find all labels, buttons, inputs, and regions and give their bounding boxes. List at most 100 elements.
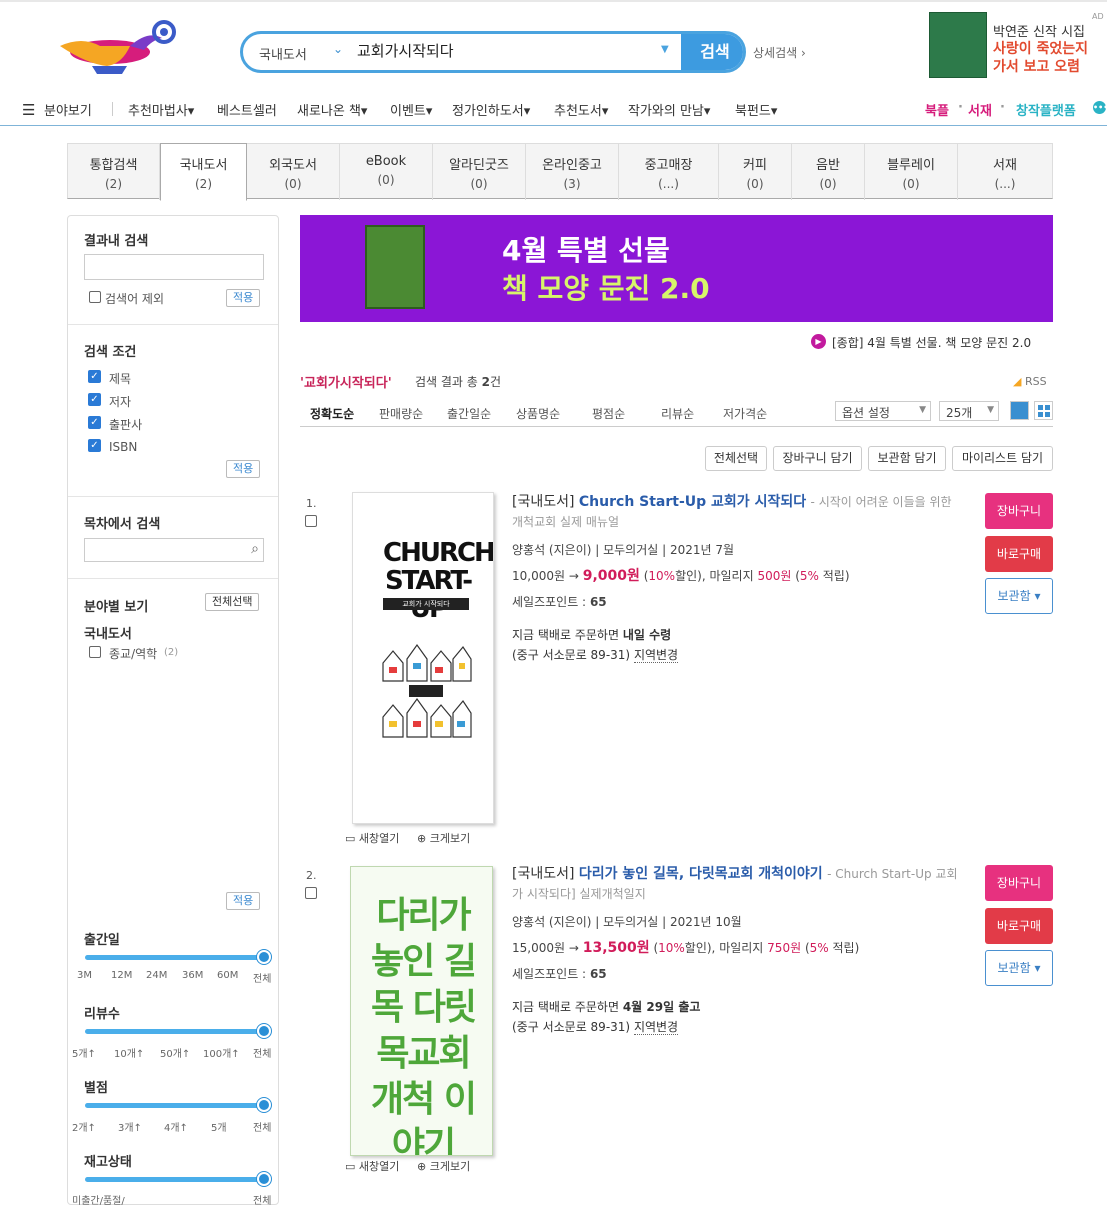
tab-foreign-books[interactable]: 외국도서 (0)	[247, 144, 340, 200]
tab-all[interactable]: 통합검색 (2)	[68, 144, 160, 200]
promo-banner[interactable]: 4월 특별 선물 책 모양 문진 2.0	[300, 215, 1053, 322]
aladin-logo[interactable]	[52, 16, 182, 78]
tab-online-used[interactable]: 온라인중고 (3)	[526, 144, 619, 200]
rating-slider-handle[interactable]	[257, 1098, 271, 1112]
item-meta[interactable]: 양홍석 (지은이) | 모두의거실 | 2021년 7월	[512, 541, 734, 558]
advanced-search-link[interactable]: 상세검색 ›	[753, 44, 806, 61]
within-search-input[interactable]	[84, 254, 264, 280]
item-title-link[interactable]: 다리가 놓인 길목, 다릿목교회 개척이야기	[579, 866, 823, 882]
banner-note[interactable]: [종합] 4월 특별 선물. 책 모양 문진 2.0	[832, 334, 1031, 351]
apply-button[interactable]: 적용	[226, 460, 261, 478]
tab-coffee[interactable]: 커피 (0)	[719, 144, 792, 200]
rating-slider[interactable]	[85, 1103, 271, 1108]
nav-recommended[interactable]: 추천도서▾	[554, 100, 608, 119]
pubdate-slider[interactable]	[85, 955, 271, 960]
item-checkbox[interactable]	[305, 887, 317, 899]
buy-now-button[interactable]: 바로구매	[985, 536, 1053, 572]
ad-book-thumbnail[interactable]	[929, 12, 987, 78]
tab-library[interactable]: 서재 (...)	[958, 144, 1052, 200]
select-all-results-button[interactable]: 전체선택	[705, 446, 767, 471]
open-new-window[interactable]: ▭ 새창열기	[345, 1158, 399, 1174]
nav-bookfund[interactable]: 북펀드▾	[735, 100, 777, 119]
list-view-icon[interactable]	[1010, 401, 1029, 420]
more-icon[interactable]: •••	[1093, 101, 1107, 114]
toc-search-input[interactable]: ⌕	[84, 538, 264, 562]
ad-line2[interactable]: 사랑이 죽었는지	[993, 38, 1088, 58]
open-new-window[interactable]: ▭ 새창열기	[345, 830, 399, 846]
rss-link[interactable]: ◢ RSS	[1013, 375, 1047, 388]
change-region-link[interactable]: 지역변경	[633, 1020, 679, 1035]
select-all-button[interactable]: 전체선택	[205, 593, 260, 611]
sort-name[interactable]: 상품명순	[516, 405, 560, 422]
divider	[68, 324, 278, 325]
ad-line3[interactable]: 가서 보고 오렴	[993, 56, 1080, 76]
nav-author-meet[interactable]: 작가와의 만남▾	[628, 100, 710, 119]
tab-bluray[interactable]: 블루레이 (0)	[865, 144, 958, 200]
tab-goods[interactable]: 알라딘굿즈 (0)	[433, 144, 526, 200]
keep-button[interactable]: 보관함 ▾	[985, 578, 1053, 614]
sort-review[interactable]: 리뷰순	[661, 405, 694, 422]
tab-ebook[interactable]: eBook (0)	[340, 144, 433, 200]
nav-bookple[interactable]: 북플	[925, 100, 949, 119]
add-to-cart-button[interactable]: 장바구니 담기	[773, 446, 862, 471]
autocomplete-toggle-icon[interactable]: ▼	[661, 44, 669, 55]
apply-button[interactable]: 적용	[226, 289, 261, 307]
book-cover[interactable]: CHURCH START-UP 교회가 시작되다	[352, 492, 494, 824]
tab-domestic-books[interactable]: 국내도서 (2)	[160, 143, 247, 201]
search-icon[interactable]: ⌕	[251, 541, 259, 557]
book-cover[interactable]: 다리가 놓인 길목 다릿목교회 개척 이야기	[350, 866, 493, 1156]
field-religion-label[interactable]: 종교/역학	[109, 645, 157, 662]
sort-accuracy[interactable]: 정확도순	[310, 405, 354, 422]
condition-author-checkbox[interactable]: ✓	[88, 393, 101, 406]
nav-bestseller[interactable]: 베스트셀러	[217, 100, 277, 119]
play-icon[interactable]: ▶	[811, 334, 826, 349]
nav-new-books[interactable]: 새로나온 책▾	[297, 100, 367, 119]
nav-price-cut[interactable]: 정가인하도서▾	[452, 100, 530, 119]
keep-button[interactable]: 보관함 ▾	[985, 950, 1053, 986]
exclude-checkbox[interactable]	[89, 291, 101, 303]
grid-view-icon[interactable]	[1034, 401, 1053, 420]
buy-now-button[interactable]: 바로구매	[985, 908, 1053, 944]
add-to-wishlist-button[interactable]: 보관함 담기	[868, 446, 946, 471]
nav-creative-platform[interactable]: 창작플랫폼	[1016, 100, 1076, 119]
nav-events[interactable]: 이벤트▾	[390, 100, 432, 119]
item-title-link[interactable]: Church Start-Up 교회가 시작되다	[579, 494, 806, 510]
item-checkbox[interactable]	[305, 515, 317, 527]
review-slider-handle[interactable]	[257, 1024, 271, 1038]
change-region-link[interactable]: 지역변경	[633, 648, 679, 663]
search-input[interactable]: 교회가시작되다	[357, 40, 454, 61]
field-religion-checkbox[interactable]	[89, 646, 101, 658]
pubdate-slider-handle[interactable]	[257, 950, 271, 964]
option-setting-select[interactable]: 옵션 설정 ▼	[835, 401, 931, 421]
category-menu[interactable]: 분야보기	[44, 100, 92, 119]
menu-icon[interactable]: ☰	[22, 101, 35, 119]
sort-pubdate[interactable]: 출간일순	[447, 405, 491, 422]
condition-isbn-checkbox[interactable]: ✓	[88, 439, 101, 452]
apply-button[interactable]: 적용	[226, 892, 261, 910]
nav-library[interactable]: 서재	[968, 100, 992, 119]
condition-title-checkbox[interactable]: ✓	[88, 370, 101, 383]
delivery-info: 지금 택배로 주문하면 4월 29일 출고	[512, 1000, 701, 1014]
sort-price[interactable]: 저가격순	[723, 405, 767, 422]
stock-slider[interactable]	[85, 1177, 271, 1182]
cart-button[interactable]: 장바구니	[985, 493, 1053, 529]
sort-rating[interactable]: 평점순	[592, 405, 625, 422]
tab-music[interactable]: 음반 (0)	[792, 144, 865, 200]
zoom-view[interactable]: ⊕ 크게보기	[417, 1158, 470, 1174]
condition-publisher-checkbox[interactable]: ✓	[88, 416, 101, 429]
chevron-down-icon: ▼	[987, 405, 994, 415]
item-meta[interactable]: 양홍석 (지은이) | 모두의거실 | 2021년 10월	[512, 913, 742, 930]
cart-button[interactable]: 장바구니	[985, 865, 1053, 901]
stock-slider-handle[interactable]	[257, 1172, 271, 1186]
sort-sales[interactable]: 판매량순	[379, 405, 423, 422]
review-slider[interactable]	[85, 1029, 271, 1034]
search-button[interactable]: 검색	[681, 34, 743, 70]
zoom-view[interactable]: ⊕ 크게보기	[417, 830, 470, 846]
per-page-select[interactable]: 25개 ▼	[939, 401, 999, 421]
chevron-down-icon[interactable]: ⌄	[333, 42, 343, 56]
tab-used-store[interactable]: 중고매장 (...)	[619, 144, 719, 200]
nav-recommend-wizard[interactable]: 추천마법사▾	[128, 100, 194, 119]
add-to-mylist-button[interactable]: 마이리스트 담기	[952, 446, 1053, 471]
tick: 2개↑	[72, 1123, 96, 1134]
search-category[interactable]: 국내도서	[259, 44, 307, 63]
